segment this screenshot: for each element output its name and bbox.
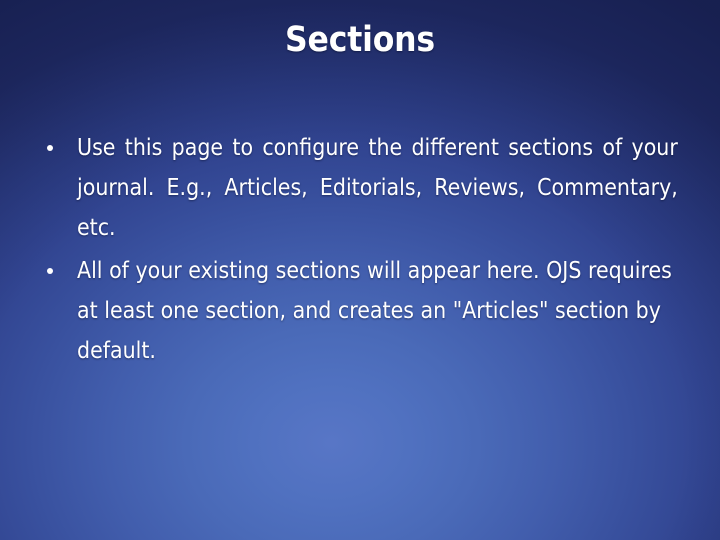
bullet-text: All of your existing sections will appea… <box>77 258 672 364</box>
bullet-list: Use this page to configure the different… <box>40 128 678 371</box>
bullet-dot-icon <box>47 268 53 274</box>
list-item: All of your existing sections will appea… <box>40 251 678 371</box>
bullet-dot-icon <box>47 145 53 151</box>
bullet-text: Use this page to configure the different… <box>77 135 678 241</box>
slide-body: Use this page to configure the different… <box>40 128 678 374</box>
presentation-slide: Sections Use this page to configure the … <box>0 0 720 540</box>
list-item: Use this page to configure the different… <box>40 128 678 248</box>
slide-title: Sections <box>285 20 435 60</box>
